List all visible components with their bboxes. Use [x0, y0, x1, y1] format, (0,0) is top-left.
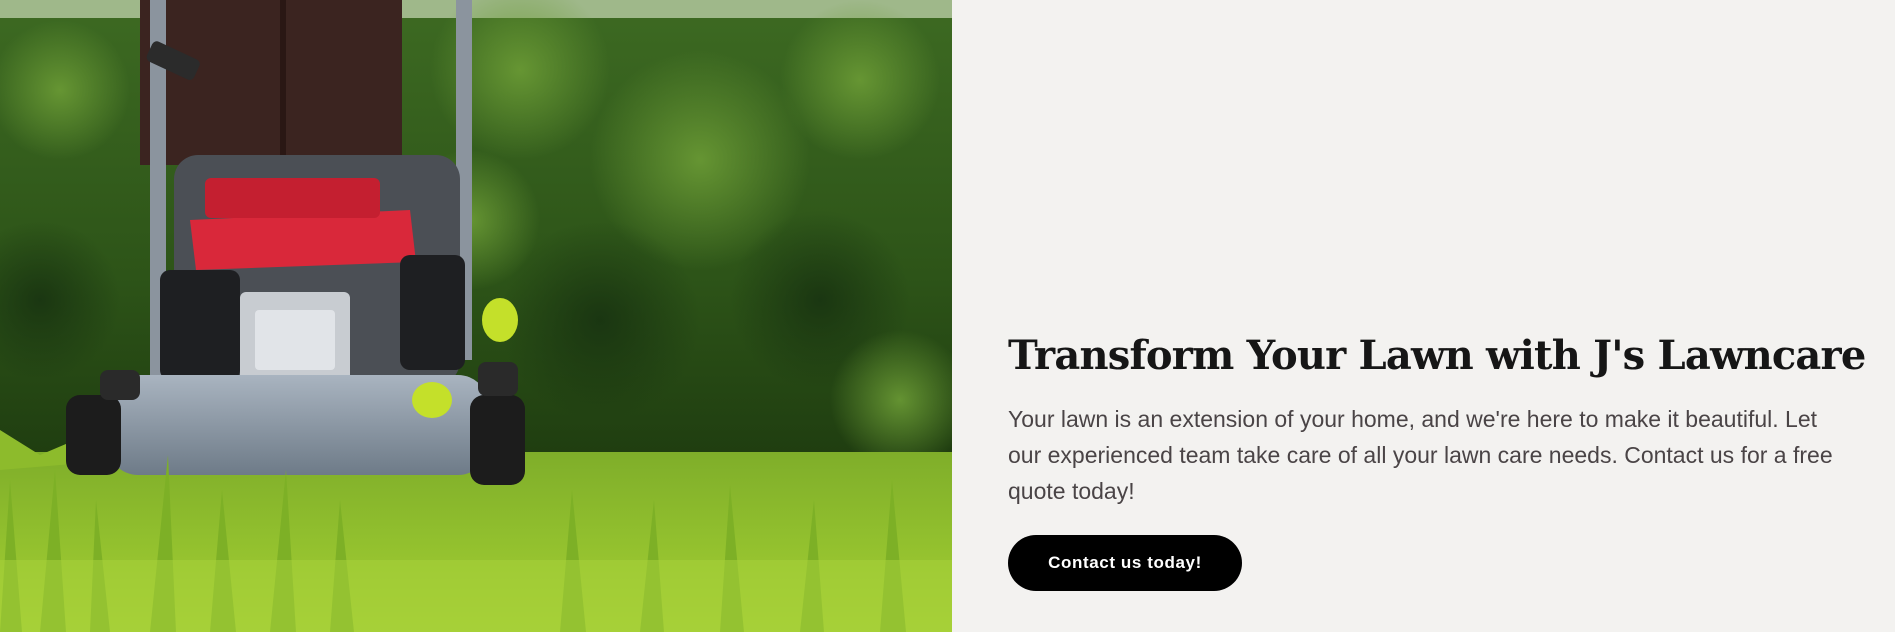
contact-us-button[interactable]: Contact us today!: [1008, 535, 1242, 591]
hero-section: Transform Your Lawn with J's Lawncare Yo…: [0, 0, 1895, 632]
hero-content: Transform Your Lawn with J's Lawncare Yo…: [952, 0, 1895, 632]
lawn-mower-photo: [0, 0, 952, 632]
hero-text-block: Transform Your Lawn with J's Lawncare Yo…: [1008, 330, 1866, 591]
hero-headline: Transform Your Lawn with J's Lawncare: [1008, 332, 1866, 379]
hero-description: Your lawn is an extension of your home, …: [1008, 406, 1833, 504]
